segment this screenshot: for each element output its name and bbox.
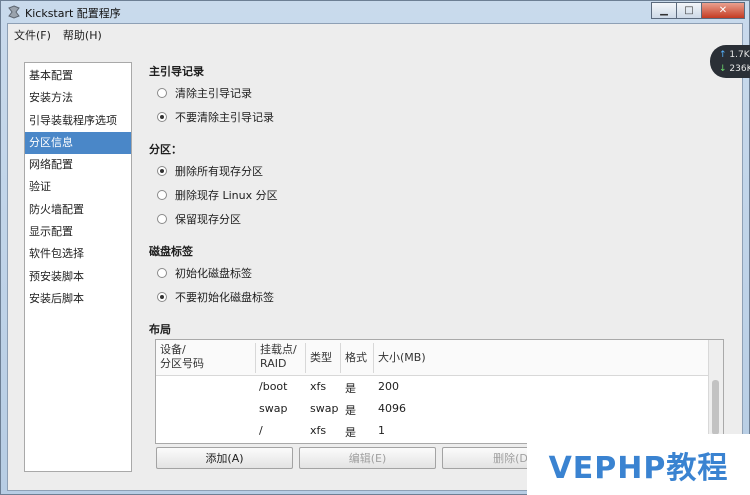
minimize-icon: ▁ — [660, 5, 668, 16]
radio-keep-mbr[interactable]: 不要清除主引导记录 — [157, 109, 274, 125]
add-button[interactable]: 添加(A) — [156, 447, 293, 469]
scrollbar-thumb[interactable] — [712, 380, 719, 435]
sidebar-item-auth[interactable]: 验证 — [25, 176, 131, 198]
sidebar-item-packages[interactable]: 软件包选择 — [25, 243, 131, 265]
sidebar-item-firewall[interactable]: 防火墙配置 — [25, 199, 131, 221]
upload-speed: 1.7K — [729, 50, 750, 60]
app-icon — [8, 5, 20, 19]
column-header-format[interactable]: 格式 — [341, 343, 374, 373]
radio-label: 不要初始化磁盘标签 — [175, 291, 274, 304]
close-button[interactable]: ✕ — [701, 2, 745, 19]
radio-button[interactable] — [157, 190, 167, 200]
cell-type: xfs — [310, 380, 327, 393]
sidebar-item-post-script[interactable]: 安装后脚本 — [25, 288, 131, 310]
menu-help[interactable]: 帮助(H) — [57, 27, 108, 43]
cell-mountpoint: /boot — [259, 380, 288, 393]
client-area: 文件(F) 帮助(H) 基本配置 安装方法 引导装载程序选项 分区信息 网络配置… — [7, 23, 743, 491]
cell-format: 是 — [345, 382, 356, 395]
menu-file[interactable]: 文件(F) — [8, 27, 57, 43]
upload-arrow-icon: ↑ — [719, 50, 727, 60]
radio-remove-linux-partitions[interactable]: 删除现存 Linux 分区 — [157, 187, 278, 203]
sidebar-item-basic[interactable]: 基本配置 — [25, 65, 131, 87]
mbr-section-title: 主引导记录 — [149, 65, 204, 78]
sidebar-item-display[interactable]: 显示配置 — [25, 221, 131, 243]
minimize-button[interactable]: ▁ — [651, 2, 676, 19]
column-header-size[interactable]: 大小(MB) — [374, 343, 710, 373]
radio-init-disklabel[interactable]: 初始化磁盘标签 — [157, 265, 252, 281]
radio-remove-all-partitions[interactable]: 删除所有现存分区 — [157, 163, 263, 179]
radio-button[interactable] — [157, 112, 167, 122]
radio-button[interactable] — [157, 268, 167, 278]
cell-mountpoint: / — [259, 424, 263, 437]
window-title: Kickstart 配置程序 — [25, 7, 121, 20]
radio-label: 不要清除主引导记录 — [175, 111, 274, 124]
table-row[interactable]: swap swap 是 4096 — [156, 398, 710, 420]
cell-type: swap — [310, 402, 339, 415]
category-list[interactable]: 基本配置 安装方法 引导装载程序选项 分区信息 网络配置 验证 防火墙配置 显示… — [24, 62, 132, 472]
cell-format: 是 — [345, 404, 356, 417]
radio-keep-partitions[interactable]: 保留现存分区 — [157, 211, 241, 227]
column-header-type[interactable]: 类型 — [306, 343, 341, 373]
radio-button[interactable] — [157, 214, 167, 224]
sidebar-item-partition[interactable]: 分区信息 — [25, 131, 131, 155]
radio-label: 删除现存 Linux 分区 — [175, 189, 278, 202]
table-row[interactable]: /boot xfs 是 200 — [156, 376, 710, 398]
sidebar-item-bootloader[interactable]: 引导装载程序选项 — [25, 110, 131, 132]
disklabel-section-title: 磁盘标签 — [149, 245, 193, 258]
radio-label: 删除所有现存分区 — [175, 165, 263, 178]
application-window: Kickstart 配置程序 ▁ □ ✕ 文件(F) 帮助(H) 基本配置 安装… — [0, 0, 750, 495]
watermark-logo: VEPHP教程 — [527, 434, 750, 495]
maximize-button[interactable]: □ — [676, 2, 701, 19]
layout-section-title: 布局 — [149, 323, 171, 336]
partition-table[interactable]: 设备/ 分区号码 挂载点/ RAID 类型 格式 大小(MB) /boot xf… — [155, 339, 724, 444]
menu-bar: 文件(F) 帮助(H) — [8, 24, 742, 46]
cell-type: xfs — [310, 424, 327, 437]
maximize-icon: □ — [684, 5, 694, 16]
radio-button[interactable] — [157, 166, 167, 176]
cell-mountpoint: swap — [259, 402, 288, 415]
radio-button[interactable] — [157, 292, 167, 302]
cell-size: 4096 — [378, 402, 406, 415]
radio-clear-mbr[interactable]: 清除主引导记录 — [157, 85, 252, 101]
cell-format: 是 — [345, 426, 356, 439]
radio-button[interactable] — [157, 88, 167, 98]
cell-size: 200 — [378, 380, 399, 393]
download-arrow-icon: ↓ — [719, 64, 727, 74]
sidebar-item-network[interactable]: 网络配置 — [25, 154, 131, 176]
table-scrollbar[interactable] — [708, 340, 723, 443]
column-header-mountpoint[interactable]: 挂载点/ RAID — [256, 343, 306, 373]
table-header: 设备/ 分区号码 挂载点/ RAID 类型 格式 大小(MB) — [156, 340, 710, 376]
radio-label: 保留现存分区 — [175, 213, 241, 226]
radio-no-init-disklabel[interactable]: 不要初始化磁盘标签 — [157, 289, 274, 305]
partition-section-title: 分区： — [149, 143, 182, 156]
radio-label: 初始化磁盘标签 — [175, 267, 252, 280]
column-header-device[interactable]: 设备/ 分区号码 — [156, 343, 256, 373]
cell-size: 1 — [378, 424, 385, 437]
radio-label: 清除主引导记录 — [175, 87, 252, 100]
sidebar-item-install-method[interactable]: 安装方法 — [25, 87, 131, 109]
close-icon: ✕ — [718, 5, 728, 16]
title-bar[interactable]: Kickstart 配置程序 ▁ □ ✕ — [1, 1, 750, 23]
edit-button[interactable]: 编辑(E) — [299, 447, 436, 469]
download-speed: 236K — [729, 64, 750, 74]
network-speed-widget: ↑ 1.7K ↓ 236K — [710, 45, 750, 78]
sidebar-item-pre-script[interactable]: 预安装脚本 — [25, 266, 131, 288]
